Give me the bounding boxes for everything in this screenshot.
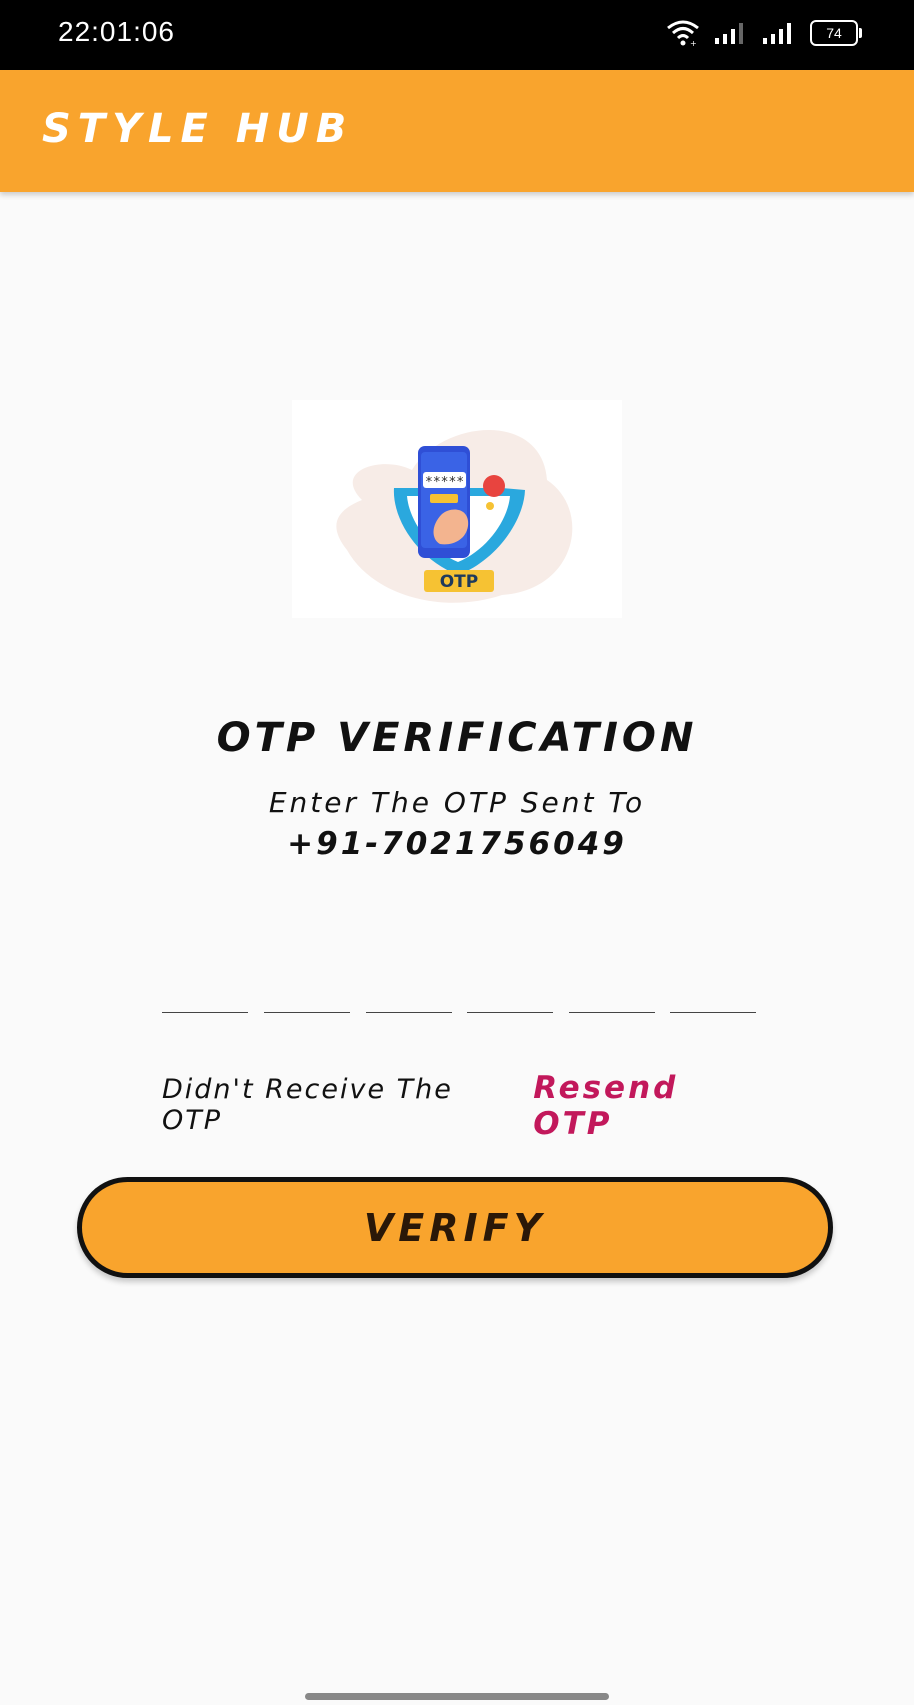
status-time: 22:01:06 — [58, 16, 175, 47]
status-icons: + 74 — [666, 20, 862, 46]
app-title: STYLE HUB — [42, 106, 354, 152]
phone-number: +91-7021756049 — [287, 826, 627, 862]
home-indicator[interactable] — [305, 1693, 609, 1700]
signal-icon — [715, 23, 743, 44]
otp-shield-phone-icon: ***** OTP — [336, 430, 573, 603]
otp-digit-4[interactable] — [467, 962, 553, 1013]
svg-text:+: + — [690, 39, 697, 46]
otp-digit-1[interactable] — [162, 962, 248, 1013]
page-title: OTP VERIFICATION — [216, 715, 698, 761]
illustration-screen-text: ***** — [425, 475, 464, 490]
signal-icon — [763, 23, 791, 44]
resend-otp-link[interactable]: Resend OTP — [533, 1070, 762, 1142]
battery-icon: 74 — [810, 20, 862, 46]
otp-input-group — [162, 962, 756, 1013]
otp-digit-5[interactable] — [569, 962, 655, 1013]
otp-digit-3[interactable] — [366, 962, 452, 1013]
verify-button[interactable]: VERIFY — [77, 1177, 833, 1278]
app-bar: STYLE HUB — [0, 70, 914, 192]
subtitle: Enter The OTP Sent To — [268, 786, 646, 819]
wifi-icon: + — [667, 20, 699, 46]
resend-prompt: Didn't Receive The OTP — [162, 1074, 453, 1136]
otp-digit-6[interactable] — [670, 962, 756, 1013]
otp-illustration: ***** OTP — [292, 400, 622, 618]
status-bar: 22:01:06 + 74 — [0, 0, 914, 70]
resend-row: Didn't Receive The OTP Resend OTP — [162, 1070, 762, 1142]
illustration-badge-text: OTP — [440, 572, 479, 592]
otp-digit-2[interactable] — [264, 962, 350, 1013]
